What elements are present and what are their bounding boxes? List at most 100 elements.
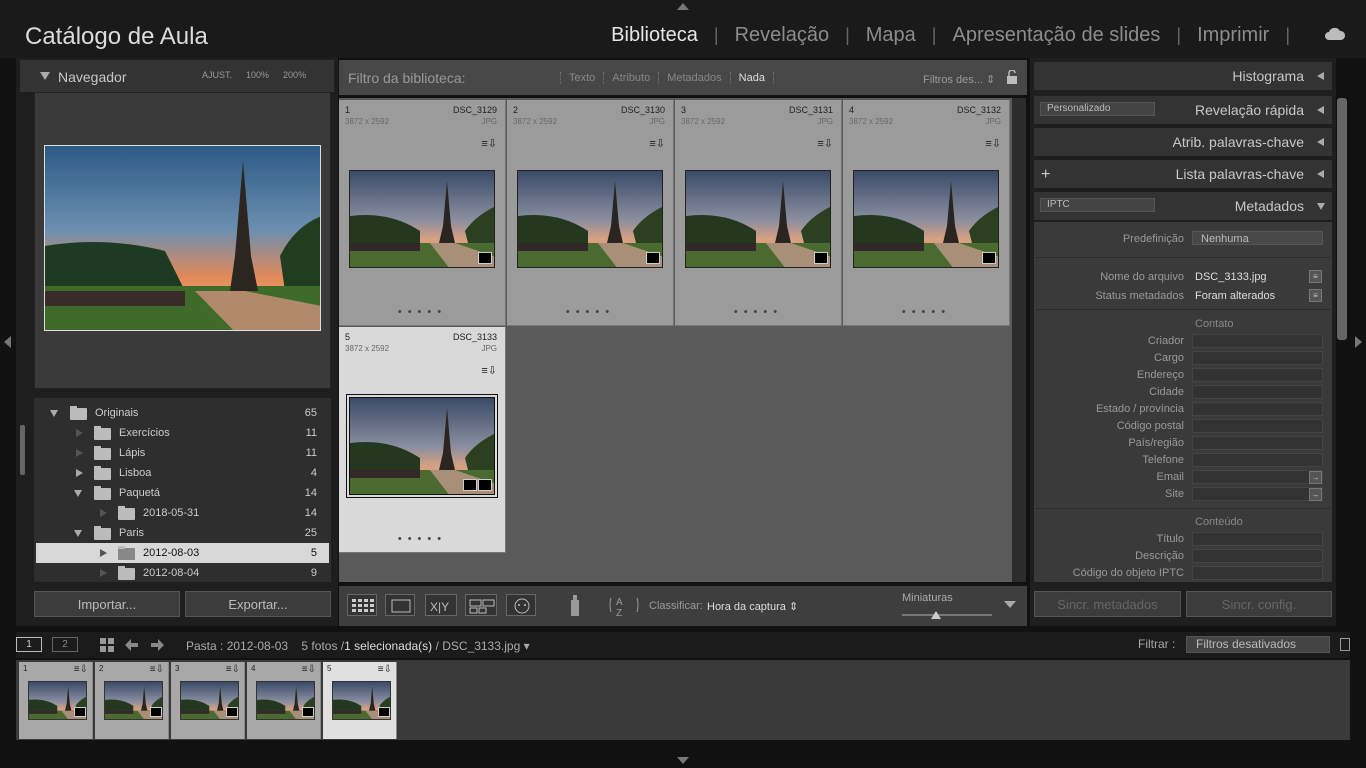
secondary-window-button[interactable]: 2: [52, 637, 78, 652]
quick-collection-menu-icon[interactable]: ≡⇩: [302, 664, 316, 675]
quick-develop-preset-select[interactable]: Personalizado: [1040, 102, 1155, 116]
metadata-badge-icon[interactable]: [478, 479, 492, 491]
left-scrollbar[interactable]: [20, 425, 25, 475]
collapse-left-arrow[interactable]: [4, 336, 11, 348]
keyword-badge-icon[interactable]: [463, 479, 477, 491]
metadata-field-input[interactable]: [1192, 351, 1323, 365]
photo-thumbnail[interactable]: [853, 170, 999, 268]
go-arrow-icon[interactable]: →: [1309, 488, 1322, 501]
filmstrip-cell[interactable]: 2 ≡⇩: [95, 662, 169, 739]
filter-presets-select[interactable]: Filtros des... ⇕: [923, 73, 995, 86]
toolbar-menu-chevron-icon[interactable]: [1003, 600, 1017, 610]
zoom-100[interactable]: 100%: [246, 70, 269, 80]
photo-cell[interactable]: 5 DSC_3133 3872 x 2592 JPG ≡⇩ •••••: [339, 327, 506, 553]
rating-stars[interactable]: •••••: [843, 306, 1010, 318]
filmstrip-cell[interactable]: 5 ≡⇩: [323, 662, 397, 739]
filmstrip-cell[interactable]: 4 ≡⇩: [247, 662, 321, 739]
metadata-field-input[interactable]: [1192, 549, 1323, 563]
sync-settings-button[interactable]: Sincr. config.: [1186, 591, 1332, 617]
go-arrow-icon[interactable]: →: [1309, 471, 1322, 484]
module-slideshow[interactable]: Apresentação de slides: [952, 24, 1160, 47]
collapse-triangle-icon[interactable]: [40, 72, 50, 80]
sort-select[interactable]: Hora da captura ⇕: [707, 600, 798, 613]
import-button[interactable]: Importar...: [34, 591, 180, 617]
main-window-button[interactable]: 1: [16, 637, 42, 652]
back-arrow-icon[interactable]: [125, 638, 139, 652]
cloud-icon[interactable]: [1324, 27, 1346, 41]
filename-value[interactable]: DSC_3133.jpg: [1195, 271, 1267, 283]
metadata-badge-icon[interactable]: [982, 252, 996, 264]
quick-collection-menu-icon[interactable]: ≡⇩: [817, 137, 833, 150]
filter-none[interactable]: Nada: [729, 72, 774, 84]
filmstrip-source-info[interactable]: Pasta : 2012-08-03 5 fotos /1 selecionad…: [186, 639, 530, 653]
add-keyword-icon[interactable]: +: [1041, 166, 1050, 184]
forward-arrow-icon[interactable]: [150, 638, 164, 652]
quick-collection-menu-icon[interactable]: ≡⇩: [74, 664, 88, 675]
metadata-field-input[interactable]: [1192, 436, 1323, 450]
grid-view-button[interactable]: [347, 594, 377, 616]
metadata-field-input[interactable]: [1192, 487, 1323, 501]
metadata-badge-icon[interactable]: [150, 707, 162, 717]
compare-view-button[interactable]: X|Y: [425, 594, 457, 616]
zoom-200[interactable]: 200%: [283, 70, 306, 80]
grid-icon[interactable]: [100, 638, 114, 652]
metadata-field-input[interactable]: [1192, 470, 1323, 484]
sort-direction-icon[interactable]: AZ: [608, 592, 640, 618]
thumbnail-slider-knob[interactable]: [931, 611, 941, 619]
photo-cell[interactable]: 1 DSC_3129 3872 x 2592 JPG ≡⇩ •••••: [339, 100, 506, 326]
filmstrip-cell[interactable]: 1 ≡⇩: [19, 662, 93, 739]
grid-scrollbar[interactable]: [1012, 98, 1026, 582]
quick-collection-menu-icon[interactable]: ≡⇩: [481, 137, 497, 150]
painter-spray-icon[interactable]: [566, 592, 584, 618]
rating-stars[interactable]: •••••: [339, 306, 506, 318]
photo-cell[interactable]: 3 DSC_3131 3872 x 2592 JPG ≡⇩ •••••: [675, 100, 842, 326]
histogram-header[interactable]: Histograma: [1034, 62, 1332, 90]
metadata-field-input[interactable]: [1192, 532, 1323, 546]
module-library[interactable]: Biblioteca: [611, 24, 698, 47]
status-menu-icon[interactable]: ≡: [1309, 289, 1322, 302]
filter-toggle-icon[interactable]: [1340, 638, 1350, 651]
keyword-list-header[interactable]: Lista palavras-chave: [1034, 160, 1332, 188]
folder-row[interactable]: Paquetá 14: [36, 483, 329, 503]
folder-row[interactable]: 2018-05-31 14: [36, 503, 329, 523]
collapse-triangle-icon[interactable]: [76, 469, 83, 477]
module-print[interactable]: Imprimir: [1197, 24, 1269, 47]
metadata-badge-icon[interactable]: [478, 252, 492, 264]
metadata-badge-icon[interactable]: [302, 707, 314, 717]
filter-attribute[interactable]: Atributo: [603, 72, 658, 84]
metadata-badge-icon[interactable]: [814, 252, 828, 264]
module-map[interactable]: Mapa: [866, 24, 916, 47]
expand-triangle-icon[interactable]: [74, 530, 82, 537]
metadata-field-input[interactable]: [1192, 334, 1323, 348]
metadata-field-input[interactable]: [1192, 453, 1323, 467]
people-view-button[interactable]: [506, 594, 536, 616]
rating-stars[interactable]: •••••: [339, 533, 506, 545]
expand-triangle-icon[interactable]: [50, 410, 58, 417]
photo-thumbnail[interactable]: [685, 170, 831, 268]
quick-collection-menu-icon[interactable]: ≡⇩: [226, 664, 240, 675]
metadata-badge-icon[interactable]: [74, 707, 86, 717]
folder-row[interactable]: Exercícios 11: [36, 423, 329, 443]
quick-collection-menu-icon[interactable]: ≡⇩: [985, 137, 1001, 150]
loupe-view-button[interactable]: [385, 594, 415, 616]
photo-cell[interactable]: 2 DSC_3130 3872 x 2592 JPG ≡⇩ •••••: [507, 100, 674, 326]
lock-icon[interactable]: [1006, 70, 1018, 84]
photo-thumbnail[interactable]: [517, 170, 663, 268]
filename-menu-icon[interactable]: ≡: [1309, 270, 1322, 283]
photo-thumbnail[interactable]: [349, 170, 495, 268]
folder-row[interactable]: Lápis 11: [36, 443, 329, 463]
sync-metadata-button[interactable]: Sincr. metadados: [1034, 591, 1181, 617]
right-scrollbar[interactable]: [1337, 98, 1347, 340]
export-button[interactable]: Exportar...: [185, 591, 331, 617]
metadata-field-input[interactable]: [1192, 402, 1323, 416]
quick-collection-menu-icon[interactable]: ≡⇩: [649, 137, 665, 150]
quick-collection-menu-icon[interactable]: ≡⇩: [481, 364, 497, 377]
rating-stars[interactable]: •••••: [675, 306, 842, 318]
quick-collection-menu-icon[interactable]: ≡⇩: [150, 664, 164, 675]
filmstrip-cell[interactable]: 3 ≡⇩: [171, 662, 245, 739]
filter-text[interactable]: Texto: [560, 72, 603, 84]
navigator-preview-image[interactable]: [44, 145, 321, 331]
zoom-fit[interactable]: AJUST.: [202, 70, 232, 80]
folder-row[interactable]: Paris 25: [36, 523, 329, 543]
expand-triangle-icon[interactable]: [74, 490, 82, 497]
